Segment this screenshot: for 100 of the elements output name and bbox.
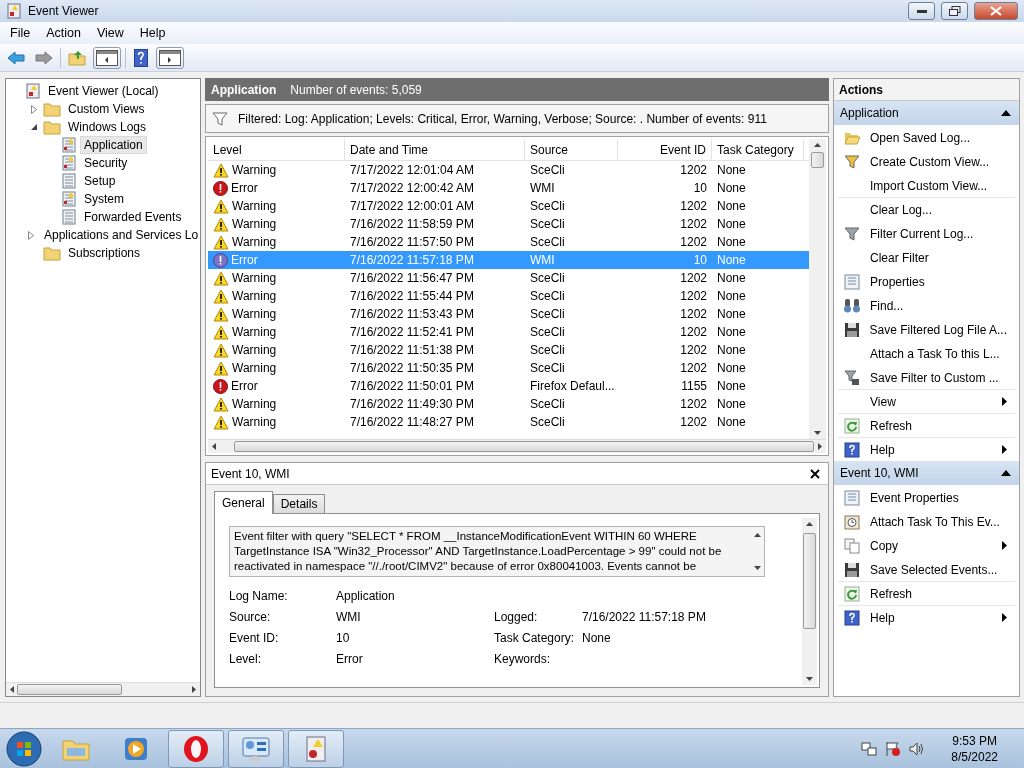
tree-item[interactable]: Applications and Services Lo: [40, 226, 200, 244]
pane-command[interactable]: Copy: [838, 533, 1015, 557]
pane-command[interactable]: Refresh: [838, 581, 1015, 605]
event-row[interactable]: Error 7/16/2022 11:50:01 PM Firefox Defaul... 1155 None: [208, 377, 809, 395]
scroll-up-icon[interactable]: [813, 141, 822, 150]
category-text: None: [717, 307, 746, 321]
collapsed-arrow-icon[interactable]: [31, 104, 37, 114]
show-hide-action-pane-button[interactable]: [156, 46, 184, 69]
collapse-arrow-icon[interactable]: [1001, 110, 1011, 116]
date-text: 7/16/2022 11:57:50 PM: [350, 235, 474, 249]
event-viewer-button[interactable]: [288, 729, 344, 768]
pane-command[interactable]: Create Custom View...: [838, 149, 1015, 173]
scrollbar-thumb[interactable]: [234, 441, 815, 452]
tree-item[interactable]: Security: [80, 154, 132, 172]
pane-command[interactable]: Clear Filter: [838, 245, 1015, 269]
opera-button[interactable]: [168, 729, 224, 768]
pane-command[interactable]: Attach Task To This Ev...: [838, 509, 1015, 533]
column-header[interactable]: Source: [525, 139, 618, 160]
collapsed-arrow-icon[interactable]: [28, 230, 34, 240]
close-icon[interactable]: [810, 468, 820, 479]
scroll-left-icon[interactable]: [210, 442, 219, 451]
menu-item[interactable]: View: [88, 26, 132, 40]
field-label: Task Category:: [494, 631, 576, 645]
scroll-left-icon[interactable]: [8, 685, 17, 694]
scroll-up-icon[interactable]: [805, 520, 814, 529]
menu-item[interactable]: Action: [38, 26, 89, 40]
minimize-button[interactable]: [908, 2, 935, 20]
event-row[interactable]: Warning 7/16/2022 11:51:38 PM SceCli 1202 None: [208, 341, 809, 359]
scroll-up-icon[interactable]: [752, 531, 762, 540]
pane-command[interactable]: Help: [838, 605, 1015, 629]
event-row[interactable]: Warning 7/17/2022 12:01:04 AM SceCli 1202 None: [208, 161, 809, 179]
event-row[interactable]: Warning 7/16/2022 11:57:50 PM SceCli 1202 None: [208, 233, 809, 251]
horizontal-scrollbar[interactable]: [6, 682, 200, 696]
event-row[interactable]: Warning 7/16/2022 11:50:35 PM SceCli 1202 None: [208, 359, 809, 377]
pane-command[interactable]: Import Custom View...: [838, 173, 1015, 197]
event-row[interactable]: Warning 7/16/2022 11:52:41 PM SceCli 1202 None: [208, 323, 809, 341]
column-header[interactable]: Task Category: [712, 139, 804, 160]
scrollbar-thumb[interactable]: [17, 684, 122, 695]
scroll-down-icon[interactable]: [805, 674, 814, 683]
event-row[interactable]: Warning 7/17/2022 12:00:01 AM SceCli 1202 None: [208, 197, 809, 215]
pane-command[interactable]: Open Saved Log...: [838, 125, 1015, 149]
control-panel-button[interactable]: [228, 729, 284, 768]
event-row[interactable]: Warning 7/16/2022 11:48:27 PM SceCli 1202 None: [208, 413, 809, 431]
start-button[interactable]: [4, 729, 44, 768]
pane-command[interactable]: Save Selected Events...: [838, 557, 1015, 581]
pane-command[interactable]: Find...: [838, 293, 1015, 317]
show-hide-tree-button[interactable]: [93, 46, 121, 69]
vertical-scrollbar[interactable]: [802, 518, 817, 685]
tree-item[interactable]: Forwarded Events: [80, 208, 186, 226]
flag-icon[interactable]: [885, 740, 902, 757]
pane-command[interactable]: Properties: [838, 269, 1015, 293]
pane-command[interactable]: Refresh: [838, 413, 1015, 437]
expanded-arrow-icon[interactable]: [30, 123, 38, 131]
network-icon[interactable]: [861, 740, 878, 757]
vertical-scrollbar[interactable]: [809, 139, 826, 439]
tree-item[interactable]: System: [80, 190, 128, 208]
event-row[interactable]: Error 7/17/2022 12:00:42 AM WMI 10 None: [208, 179, 809, 197]
tree-item[interactable]: Custom Views: [64, 100, 149, 118]
collapse-arrow-icon[interactable]: [1001, 470, 1011, 476]
tree-item[interactable]: Setup: [80, 172, 120, 190]
level-text: Error: [231, 181, 258, 195]
pane-command[interactable]: Event Properties: [838, 485, 1015, 509]
section-header[interactable]: Application: [834, 101, 1019, 125]
scrollbar-thumb[interactable]: [803, 533, 816, 629]
menu-item[interactable]: File: [2, 26, 39, 40]
menu-item[interactable]: Help: [131, 26, 174, 40]
pane-command[interactable]: Filter Current Log...: [838, 221, 1015, 245]
tree-item[interactable]: Event Viewer (Local): [44, 82, 163, 100]
tree-item[interactable]: Windows Logs: [64, 118, 151, 136]
column-header[interactable]: Level: [208, 139, 345, 160]
tree-item[interactable]: Application: [80, 136, 147, 154]
pane-command[interactable]: View: [838, 389, 1015, 413]
close-button[interactable]: [974, 2, 1018, 20]
maximize-button[interactable]: [941, 2, 968, 20]
event-row[interactable]: Warning 7/16/2022 11:56:47 PM SceCli 1202 None: [208, 269, 809, 287]
pane-command[interactable]: Save Filter to Custom ...: [838, 365, 1015, 389]
column-header[interactable]: Event ID: [618, 139, 712, 160]
copy-icon: [844, 537, 860, 554]
scroll-down-icon[interactable]: [813, 428, 822, 437]
event-row[interactable]: Warning 7/16/2022 11:58:59 PM SceCli 1202 None: [208, 215, 809, 233]
event-row[interactable]: Warning 7/16/2022 11:49:30 PM SceCli 1202 None: [208, 395, 809, 413]
event-row[interactable]: Warning 7/16/2022 11:53:43 PM SceCli 1202 None: [208, 305, 809, 323]
clock[interactable]: 9:53 PM 8/5/2022: [951, 732, 998, 765]
warning-icon: [213, 216, 229, 232]
scroll-down-icon[interactable]: [752, 563, 762, 572]
column-header[interactable]: Date and Time: [345, 139, 525, 160]
horizontal-scrollbar[interactable]: [208, 439, 826, 453]
source-text: WMI: [530, 253, 555, 267]
tab[interactable]: Details: [272, 494, 326, 514]
scroll-right-icon[interactable]: [815, 442, 824, 451]
section-header[interactable]: Event 10, WMI: [834, 461, 1019, 485]
speaker-icon[interactable]: [909, 740, 926, 757]
pane-command[interactable]: Save Filtered Log File A...: [838, 317, 1015, 341]
tab[interactable]: General: [214, 491, 273, 514]
event-row[interactable]: Warning 7/16/2022 11:55:44 PM SceCli 1202 None: [208, 287, 809, 305]
pane-command[interactable]: Clear Log...: [838, 197, 1015, 221]
scroll-right-icon[interactable]: [189, 685, 198, 694]
tree-item[interactable]: Subscriptions: [64, 244, 145, 262]
scrollbar-thumb[interactable]: [811, 152, 824, 168]
pane-command[interactable]: Attach a Task To this L...: [838, 341, 1015, 365]
